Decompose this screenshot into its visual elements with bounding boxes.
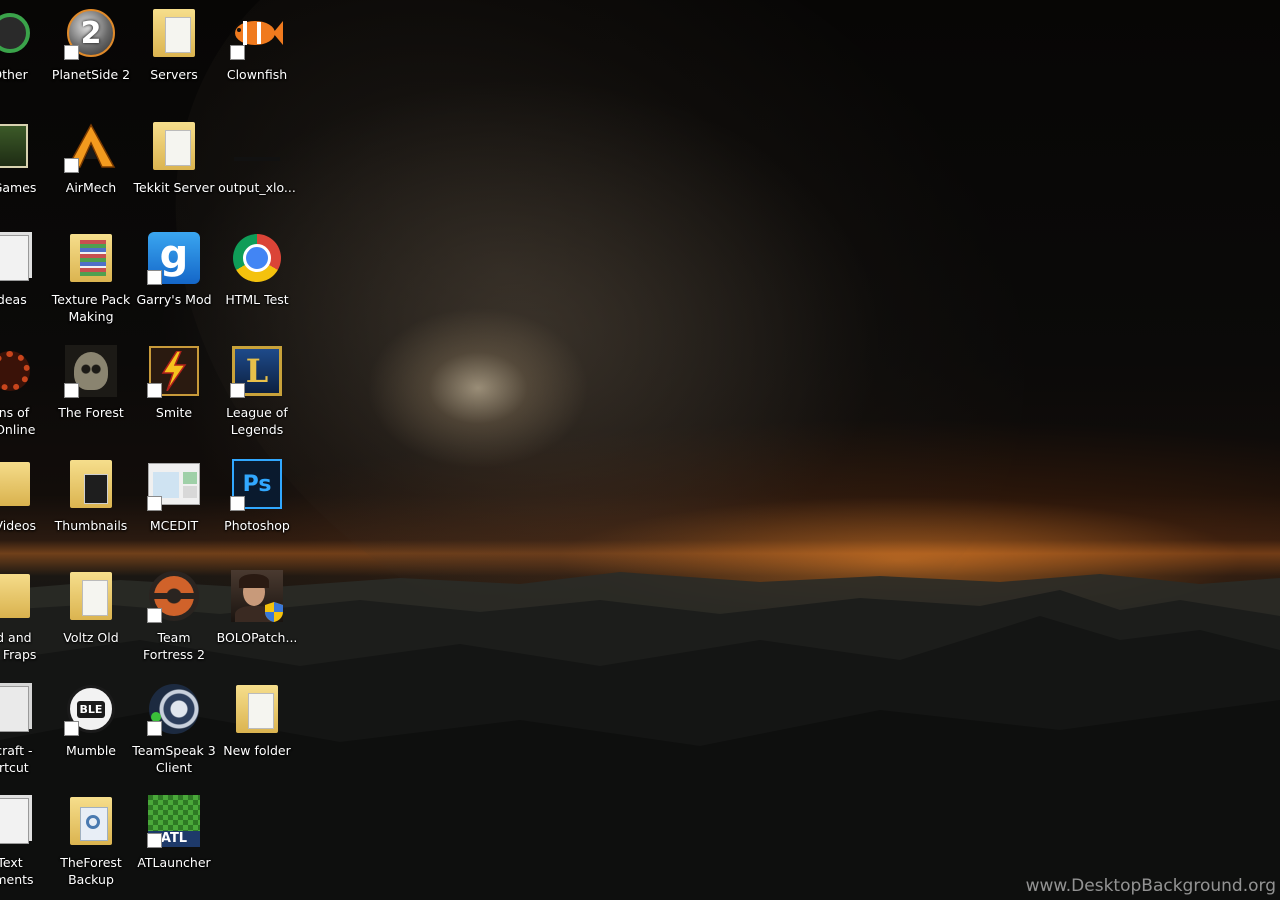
folder-icon xyxy=(0,457,37,511)
mumble-icon: BLE xyxy=(64,682,118,736)
icon-label: Garry's Mod xyxy=(136,292,212,307)
desktop-icon-garrys-mod[interactable]: g Garry's Mod xyxy=(129,231,219,308)
icon-label: MCEDIT xyxy=(149,518,199,533)
airmech-icon xyxy=(64,119,118,173)
document-icon xyxy=(0,231,37,285)
shortcut-arrow-icon xyxy=(64,721,79,736)
icon-label: Servers xyxy=(150,67,198,82)
shortcut-arrow-icon xyxy=(147,383,162,398)
desktop-icon-voltz-old[interactable]: Voltz Old xyxy=(46,569,136,646)
icon-label: Thumbnails xyxy=(54,518,128,533)
icon-label: New folder xyxy=(223,743,291,758)
shortcut-app-icon xyxy=(0,6,37,60)
document-icon xyxy=(0,682,37,736)
icon-label: Texture Pack Making xyxy=(51,292,131,324)
photoshop-logo-text: Ps xyxy=(242,471,272,497)
league-logo-text: L xyxy=(245,352,269,390)
smite-icon xyxy=(147,344,201,398)
icon-label: AirMech xyxy=(65,180,117,195)
planetside-logo-text: 2 xyxy=(80,15,102,51)
shortcut-arrow-icon xyxy=(64,45,79,60)
document-icon xyxy=(0,794,37,848)
desktop-icon-thumbnails[interactable]: Thumbnails xyxy=(46,457,136,534)
shortcut-app-icon xyxy=(0,119,37,173)
icon-label: Voltz Old xyxy=(63,630,119,645)
file-icon xyxy=(230,119,284,173)
avatar-icon xyxy=(230,569,284,623)
shortcut-arrow-icon xyxy=(147,270,162,285)
shortcut-arrow-icon xyxy=(64,158,79,173)
mcedit-icon xyxy=(147,457,201,511)
icon-label: Mumble xyxy=(66,743,116,758)
icon-label: League of Legends xyxy=(226,405,288,437)
desktop-icon-tekkit-server[interactable]: Tekkit Server xyxy=(129,119,219,196)
icon-label: Tekkit Server xyxy=(133,180,215,195)
desktop-icon-bolopatch[interactable]: BOLOPatch... xyxy=(212,569,302,646)
gear-icon xyxy=(0,344,37,398)
clownfish-icon xyxy=(230,6,284,60)
shortcut-arrow-icon xyxy=(147,496,162,511)
folder-icon xyxy=(64,794,118,848)
league-icon: L xyxy=(230,344,284,398)
uac-shield-icon xyxy=(265,602,283,622)
folder-icon xyxy=(64,457,118,511)
shortcut-arrow-icon xyxy=(147,833,162,848)
tf2-icon xyxy=(147,569,201,623)
garrys-mod-icon: g xyxy=(147,231,201,285)
icon-label: PlanetSide 2 xyxy=(51,67,131,82)
icon-label: Photoshop xyxy=(224,518,290,533)
desktop-icon-airmech[interactable]: AirMech xyxy=(46,119,136,196)
desktop-icon-servers[interactable]: Servers xyxy=(129,6,219,83)
teamspeak-icon xyxy=(147,682,201,736)
folder-icon xyxy=(0,569,37,623)
desktop-icon-new-folder[interactable]: New folder xyxy=(212,682,302,759)
shortcut-arrow-icon xyxy=(147,721,162,736)
icon-label: Team Fortress 2 xyxy=(143,630,205,662)
skull-icon xyxy=(64,344,118,398)
desktop-icon-the-forest[interactable]: The Forest xyxy=(46,344,136,421)
folder-icon xyxy=(147,119,201,173)
shortcut-arrow-icon xyxy=(230,496,245,511)
icon-label: BOLOPatch... xyxy=(216,630,298,645)
desktop-icon-mumble[interactable]: BLE Mumble xyxy=(46,682,136,759)
mumble-logo-text: BLE xyxy=(76,700,106,718)
desktop-icon-texture-pack-making[interactable]: Texture Pack Making xyxy=(46,231,136,325)
icon-label: TheForest Backup xyxy=(60,855,122,887)
desktop-icon-league-of-legends[interactable]: L League of Legends xyxy=(212,344,302,438)
watermark: www.DesktopBackground.org xyxy=(1025,876,1276,896)
desktop-icon-html-test[interactable]: HTML Test xyxy=(212,231,302,308)
icon-label: Clownfish xyxy=(226,67,288,82)
shortcut-arrow-icon xyxy=(230,383,245,398)
icon-label: The Forest xyxy=(58,405,124,420)
chrome-icon xyxy=(230,231,284,285)
folder-icon xyxy=(147,6,201,60)
atlauncher-icon: ATL xyxy=(147,794,201,848)
lightning-icon xyxy=(161,351,187,391)
icon-label: TeamSpeak 3 Client xyxy=(132,743,216,775)
folder-icon xyxy=(64,231,118,285)
icon-label: HTML Test xyxy=(225,292,289,307)
icon-label: ATLauncher xyxy=(137,855,211,870)
icon-label: Smite xyxy=(155,405,193,420)
desktop-icon-theforest-backup[interactable]: TheForest Backup xyxy=(46,794,136,888)
shortcut-arrow-icon xyxy=(64,383,79,398)
desktop-icon-smite[interactable]: Smite xyxy=(129,344,219,421)
desktop-icon-output-xlo[interactable]: output_xlo... xyxy=(212,119,302,196)
photoshop-icon: Ps xyxy=(230,457,284,511)
folder-icon xyxy=(64,569,118,623)
shortcut-arrow-icon xyxy=(230,45,245,60)
garrys-mod-logo-text: g xyxy=(159,232,189,278)
icon-label: output_xlo... xyxy=(218,180,296,195)
desktop-icon-atlauncher[interactable]: ATL ATLauncher xyxy=(129,794,219,871)
desktop-icon-clownfish[interactable]: Clownfish xyxy=(212,6,302,83)
planetside-icon: 2 xyxy=(64,6,118,60)
desktop-icon-team-fortress-2[interactable]: Team Fortress 2 xyxy=(129,569,219,663)
desktop-icon-teamspeak-3-client[interactable]: TeamSpeak 3 Client xyxy=(129,682,219,776)
desktop-icon-photoshop[interactable]: Ps Photoshop xyxy=(212,457,302,534)
folder-icon xyxy=(230,682,284,736)
desktop-icon-mcedit[interactable]: MCEDIT xyxy=(129,457,219,534)
shortcut-arrow-icon xyxy=(147,608,162,623)
desktop-icon-planetside-2[interactable]: 2 PlanetSide 2 xyxy=(46,6,136,83)
